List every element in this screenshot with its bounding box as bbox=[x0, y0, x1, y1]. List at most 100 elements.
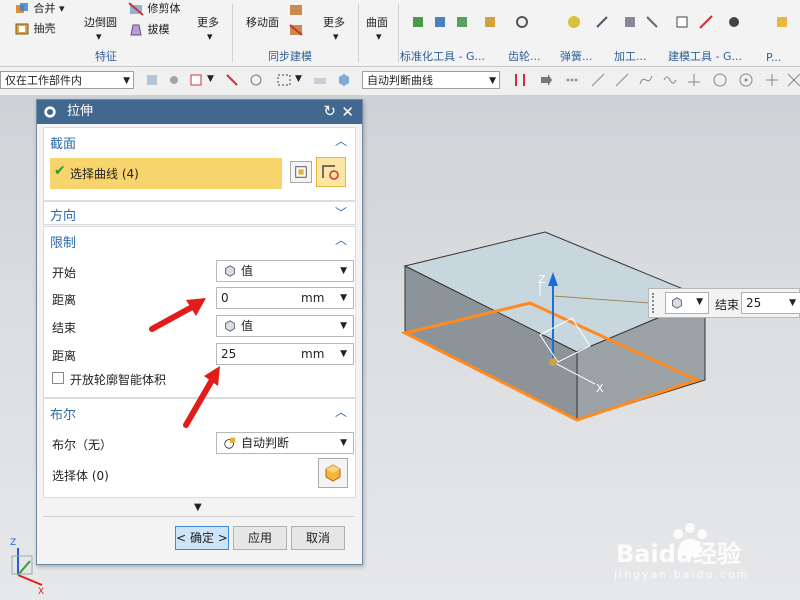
standard-tool-icon[interactable] bbox=[454, 14, 470, 30]
p-tool-icon[interactable] bbox=[774, 14, 790, 30]
filter-icon[interactable] bbox=[144, 72, 160, 88]
ok-button[interactable]: < 确定 > bbox=[175, 526, 229, 550]
standard-tool-icon[interactable] bbox=[482, 14, 498, 30]
modeling-tool-icon[interactable] bbox=[726, 14, 742, 30]
machining-tool-icon[interactable] bbox=[622, 14, 638, 30]
point-snap-icon[interactable] bbox=[188, 72, 204, 88]
edge-blend-button[interactable]: 边倒圆 bbox=[84, 14, 117, 30]
distance1-label: 距离 bbox=[52, 293, 77, 307]
distance2-input[interactable]: 25 mm ▼ bbox=[216, 343, 354, 365]
open-profile-label: 开放轮廓智能体积 bbox=[70, 373, 167, 387]
standard-tools-label: 标准化工具 - G... bbox=[400, 50, 485, 63]
snap-icon[interactable] bbox=[166, 72, 182, 88]
standard-tool-icon[interactable] bbox=[432, 14, 448, 30]
spring-tool-icon[interactable] bbox=[566, 14, 582, 30]
feature-more-dropdown[interactable]: ▾ bbox=[207, 30, 213, 43]
sync-icon-1[interactable] bbox=[288, 2, 304, 18]
chevron-down-icon: ▼ bbox=[789, 298, 796, 308]
lasso-icon[interactable] bbox=[248, 72, 264, 88]
draft-button[interactable]: 拔模 bbox=[128, 21, 170, 38]
modeling-tool-icon[interactable] bbox=[674, 14, 690, 30]
feature-group-label: 特征 bbox=[95, 50, 117, 63]
edge-blend-dropdown[interactable]: ▾ bbox=[96, 30, 102, 43]
cross-icon[interactable] bbox=[786, 72, 800, 88]
type-filter-select[interactable]: 仅在工作部件内 ▼ bbox=[0, 71, 134, 89]
snap-end-icon[interactable] bbox=[512, 72, 528, 88]
ribbon-separator bbox=[358, 4, 359, 62]
chevron-down-icon: ▼ bbox=[340, 438, 347, 448]
surface-button[interactable]: 曲面 bbox=[366, 14, 388, 30]
curve-button[interactable] bbox=[316, 157, 346, 187]
circle-icon[interactable] bbox=[712, 72, 728, 88]
plus-icon[interactable] bbox=[764, 72, 780, 88]
delete-face-icon[interactable] bbox=[288, 22, 304, 38]
collapse-icon[interactable]: ︿ bbox=[335, 132, 347, 149]
standard-tool-icon[interactable] bbox=[410, 14, 426, 30]
chevron-down-icon: ▼ bbox=[696, 297, 703, 307]
distance1-input[interactable]: 0 mm ▼ bbox=[216, 287, 354, 309]
circle-center-icon[interactable] bbox=[738, 72, 754, 88]
dialog-title-bar[interactable]: 拉伸 ↻ ✕ bbox=[37, 100, 362, 124]
collapse-icon[interactable]: ︿ bbox=[335, 231, 347, 248]
rectangle-select-icon[interactable] bbox=[276, 72, 292, 88]
gear-tool-icon[interactable] bbox=[514, 14, 530, 30]
select-curve-row[interactable]: ✔ 选择曲线 (4) bbox=[50, 158, 282, 189]
sync-group-label: 同步建模 bbox=[268, 50, 312, 63]
chevron-down-icon[interactable]: ▼ bbox=[295, 74, 302, 84]
curve-icon[interactable] bbox=[638, 72, 654, 88]
cancel-button[interactable]: 取消 bbox=[291, 526, 345, 550]
line-icon[interactable] bbox=[614, 72, 630, 88]
wave-icon[interactable] bbox=[662, 72, 678, 88]
gear-icon[interactable] bbox=[43, 105, 57, 119]
end-select[interactable]: 值 ▼ bbox=[216, 315, 354, 337]
limits-header[interactable]: 限制 bbox=[50, 232, 76, 251]
sync-more-dropdown[interactable]: ▾ bbox=[333, 30, 339, 43]
boolean-select[interactable]: 自动判断 ▼ bbox=[216, 432, 354, 454]
intersection-icon[interactable] bbox=[686, 72, 702, 88]
p-label: P... bbox=[766, 51, 782, 64]
move-face-button[interactable]: 移动面 bbox=[246, 14, 279, 30]
select-curve-label: 选择曲线 (4) bbox=[70, 167, 139, 181]
feature-more-button[interactable]: 更多 bbox=[197, 14, 219, 30]
onscreen-type-select[interactable]: ▼ bbox=[665, 292, 709, 314]
watermark-url: jingyan.baidu.com bbox=[614, 568, 750, 581]
sync-more-button[interactable]: 更多 bbox=[323, 14, 345, 30]
line-icon[interactable] bbox=[590, 72, 606, 88]
modeling-tool-icon[interactable] bbox=[698, 14, 714, 30]
chevron-down-icon[interactable]: ▼ bbox=[207, 74, 214, 84]
eraser-icon[interactable] bbox=[312, 72, 328, 88]
expand-icon[interactable]: ﹀ bbox=[335, 204, 347, 221]
onscreen-end-input[interactable]: 25 ▼ bbox=[741, 292, 800, 314]
reset-icon[interactable]: ↻ bbox=[323, 99, 336, 123]
end-label: 结束 bbox=[52, 321, 77, 335]
body-filter-icon[interactable] bbox=[336, 72, 352, 88]
drag-handle[interactable] bbox=[652, 293, 657, 313]
chevron-down-icon: ▼ bbox=[123, 76, 130, 86]
origin-handle[interactable] bbox=[549, 358, 557, 366]
draft-icon bbox=[130, 24, 142, 36]
trim-body-button[interactable]: 修剪体 bbox=[128, 0, 181, 17]
apply-button[interactable]: 应用 bbox=[233, 526, 287, 550]
shell-button[interactable]: 抽壳 bbox=[14, 20, 56, 37]
sketch-section-button[interactable] bbox=[290, 161, 312, 183]
section-header[interactable]: 截面 bbox=[50, 133, 76, 152]
pick-icon[interactable] bbox=[224, 72, 240, 88]
curve-rule-select[interactable]: 自动判断曲线 ▼ bbox=[362, 71, 500, 89]
close-icon[interactable]: ✕ bbox=[341, 100, 354, 124]
direction-header[interactable]: 方向 bbox=[50, 205, 76, 224]
dots-icon[interactable] bbox=[564, 72, 580, 88]
feature-group: 合并 ▾ 抽壳 边倒圆 ▾ 修剪体 拔模 更多 ▾ 特征 bbox=[0, 0, 219, 66]
selection-bar: 仅在工作部件内 ▼ ▼ ▼ 自动判断曲线 ▼ bbox=[0, 67, 800, 96]
gear-label: 齿轮... bbox=[508, 50, 541, 63]
merge-button[interactable]: 合并 ▾ bbox=[14, 0, 65, 17]
start-select[interactable]: 值 ▼ bbox=[216, 260, 354, 282]
select-body-button[interactable] bbox=[318, 458, 348, 488]
machining-tool-icon[interactable] bbox=[644, 14, 660, 30]
open-profile-checkbox[interactable] bbox=[52, 372, 64, 384]
spring-tool-icon[interactable] bbox=[594, 14, 610, 30]
surface-dropdown[interactable]: ▾ bbox=[376, 30, 382, 43]
more-options-icon[interactable]: ▼ bbox=[194, 502, 202, 513]
arrow-right-icon[interactable] bbox=[538, 72, 554, 88]
collapse-icon[interactable]: ︿ bbox=[335, 403, 347, 420]
boolean-header[interactable]: 布尔 bbox=[50, 404, 76, 423]
